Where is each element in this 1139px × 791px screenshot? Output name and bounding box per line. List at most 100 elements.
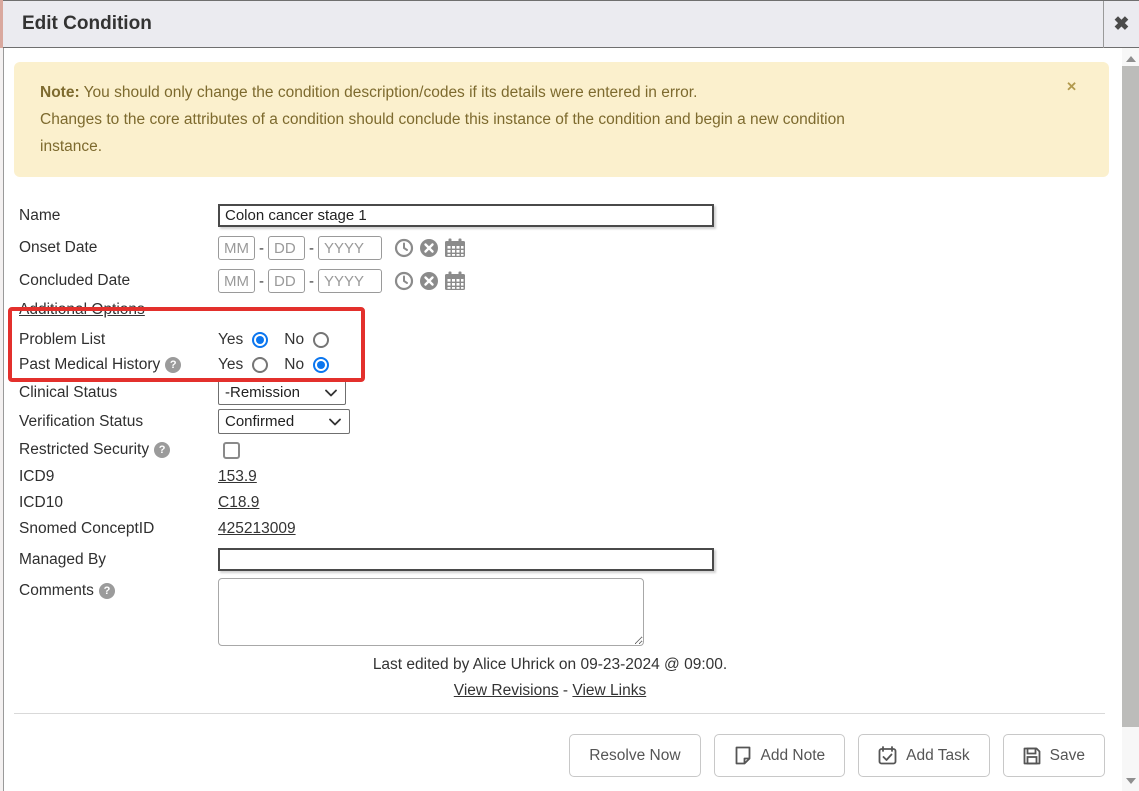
note-line-3: instance. <box>40 133 1049 160</box>
chevron-down-icon <box>325 389 337 397</box>
icd9-row: ICD9 153.9 <box>19 468 1122 486</box>
name-input[interactable] <box>218 204 714 227</box>
managed-by-input[interactable] <box>218 548 714 571</box>
concluded-date-row: Concluded Date - - <box>19 269 1122 293</box>
save-icon <box>1023 747 1041 765</box>
verification-status-row: Verification Status Confirmed <box>19 409 1122 434</box>
pmh-no-label: No <box>284 356 304 374</box>
clear-date-icon[interactable] <box>419 271 439 291</box>
managed-by-row: Managed By <box>19 548 1122 571</box>
icd9-label: ICD9 <box>19 468 218 486</box>
dialog-close-button[interactable]: ✖ <box>1103 1 1139 48</box>
warning-note-banner: Note: You should only change the conditi… <box>14 62 1109 177</box>
past-medical-history-radios: Yes No <box>218 356 329 374</box>
concluded-date-label: Concluded Date <box>19 272 218 290</box>
add-note-button[interactable]: Add Note <box>714 734 846 777</box>
onset-day-input[interactable] <box>268 236 305 260</box>
clock-icon[interactable] <box>394 271 414 291</box>
clinical-status-label: Clinical Status <box>19 384 218 402</box>
view-links-link[interactable]: View Links <box>572 682 646 699</box>
save-button[interactable]: Save <box>1003 734 1105 777</box>
edit-condition-dialog: Edit Condition ✖ Note: You should only c… <box>0 0 1139 791</box>
date-dash: - <box>259 240 264 257</box>
verification-status-select[interactable]: Confirmed <box>218 409 350 434</box>
date-dash: - <box>309 273 314 290</box>
date-dash: - <box>259 273 264 290</box>
last-edited-text: Last edited by Alice Uhrick on 09-23-202… <box>4 656 1096 674</box>
note-label: Note: <box>40 84 80 101</box>
scroll-down-arrow[interactable] <box>1122 772 1139 789</box>
dialog-title: Edit Condition <box>3 13 152 35</box>
add-note-label: Add Note <box>761 747 826 765</box>
scroll-up-arrow[interactable] <box>1122 50 1139 67</box>
help-icon[interactable]: ? <box>154 442 170 458</box>
date-dash: - <box>309 240 314 257</box>
problem-list-row: Problem List Yes No <box>19 331 1122 349</box>
scrollbar-thumb[interactable] <box>1122 66 1139 727</box>
footer-links: View Revisions - View Links <box>4 682 1096 700</box>
help-icon[interactable]: ? <box>99 583 115 599</box>
problem-list-yes-radio[interactable] <box>252 332 268 348</box>
restricted-security-label: Restricted Security ? <box>19 441 218 459</box>
clinical-status-select[interactable]: -Remission <box>218 380 346 405</box>
note-line-2: Changes to the core attributes of a cond… <box>40 106 1049 133</box>
icd9-code-link[interactable]: 153.9 <box>218 468 257 486</box>
note-dismiss-icon[interactable]: ✕ <box>1066 80 1077 93</box>
past-medical-history-row: Past Medical History ? Yes No <box>19 356 1122 374</box>
restricted-security-checkbox[interactable] <box>223 442 240 459</box>
problem-list-radios: Yes No <box>218 331 329 349</box>
calendar-check-icon <box>878 746 897 765</box>
close-icon: ✖ <box>1114 15 1130 34</box>
onset-date-label: Onset Date <box>19 239 218 257</box>
restricted-security-label-text: Restricted Security <box>19 441 149 459</box>
onset-date-inputs: - - <box>218 236 466 260</box>
add-task-button[interactable]: Add Task <box>858 734 989 777</box>
clock-icon[interactable] <box>394 238 414 258</box>
pmh-yes-radio[interactable] <box>252 357 268 373</box>
calendar-icon[interactable] <box>444 238 466 258</box>
name-row: Name <box>19 204 1122 227</box>
condition-form: Name Onset Date - - <box>4 177 1122 646</box>
concluded-day-input[interactable] <box>268 269 305 293</box>
onset-month-input[interactable] <box>218 236 255 260</box>
onset-year-input[interactable] <box>318 236 382 260</box>
resolve-now-button[interactable]: Resolve Now <box>569 734 700 777</box>
comments-label: Comments ? <box>19 582 218 600</box>
icd10-label: ICD10 <box>19 494 218 512</box>
pmh-yes-label: Yes <box>218 356 243 374</box>
help-icon[interactable]: ? <box>165 357 181 373</box>
problem-list-yes-label: Yes <box>218 331 243 349</box>
concluded-month-input[interactable] <box>218 269 255 293</box>
link-separator: - <box>563 682 568 699</box>
additional-options-link[interactable]: Additional Options <box>19 301 145 319</box>
verification-status-value: Confirmed <box>225 413 294 430</box>
snomed-code-link[interactable]: 425213009 <box>218 520 296 538</box>
clear-date-icon[interactable] <box>419 238 439 258</box>
problem-list-no-label: No <box>284 331 304 349</box>
verification-status-label: Verification Status <box>19 413 218 431</box>
scrollbar[interactable] <box>1122 48 1139 791</box>
chevron-down-icon <box>329 418 341 426</box>
past-medical-history-label: Past Medical History ? <box>19 356 218 374</box>
concluded-year-input[interactable] <box>318 269 382 293</box>
managed-by-label: Managed By <box>19 551 218 569</box>
icd10-row: ICD10 C18.9 <box>19 494 1122 512</box>
additional-options-row: Additional Options <box>19 301 1122 319</box>
comments-label-text: Comments <box>19 582 94 600</box>
action-buttons: Resolve Now Add Note Add Task Save <box>4 714 1122 777</box>
dialog-body: Note: You should only change the conditi… <box>4 48 1122 791</box>
clinical-status-value: -Remission <box>225 384 300 401</box>
note-line-1: Note: You should only change the conditi… <box>40 79 1049 106</box>
problem-list-no-radio[interactable] <box>313 332 329 348</box>
comments-textarea[interactable] <box>218 578 644 646</box>
restricted-security-row: Restricted Security ? <box>19 441 1122 459</box>
view-revisions-link[interactable]: View Revisions <box>454 682 559 699</box>
concluded-date-inputs: - - <box>218 269 466 293</box>
pmh-no-radio[interactable] <box>313 357 329 373</box>
icd10-code-link[interactable]: C18.9 <box>218 494 259 512</box>
comments-row: Comments ? <box>19 578 1122 646</box>
calendar-icon[interactable] <box>444 271 466 291</box>
past-medical-history-label-text: Past Medical History <box>19 356 160 374</box>
note-text-1: You should only change the condition des… <box>80 84 698 101</box>
add-task-label: Add Task <box>906 747 969 765</box>
